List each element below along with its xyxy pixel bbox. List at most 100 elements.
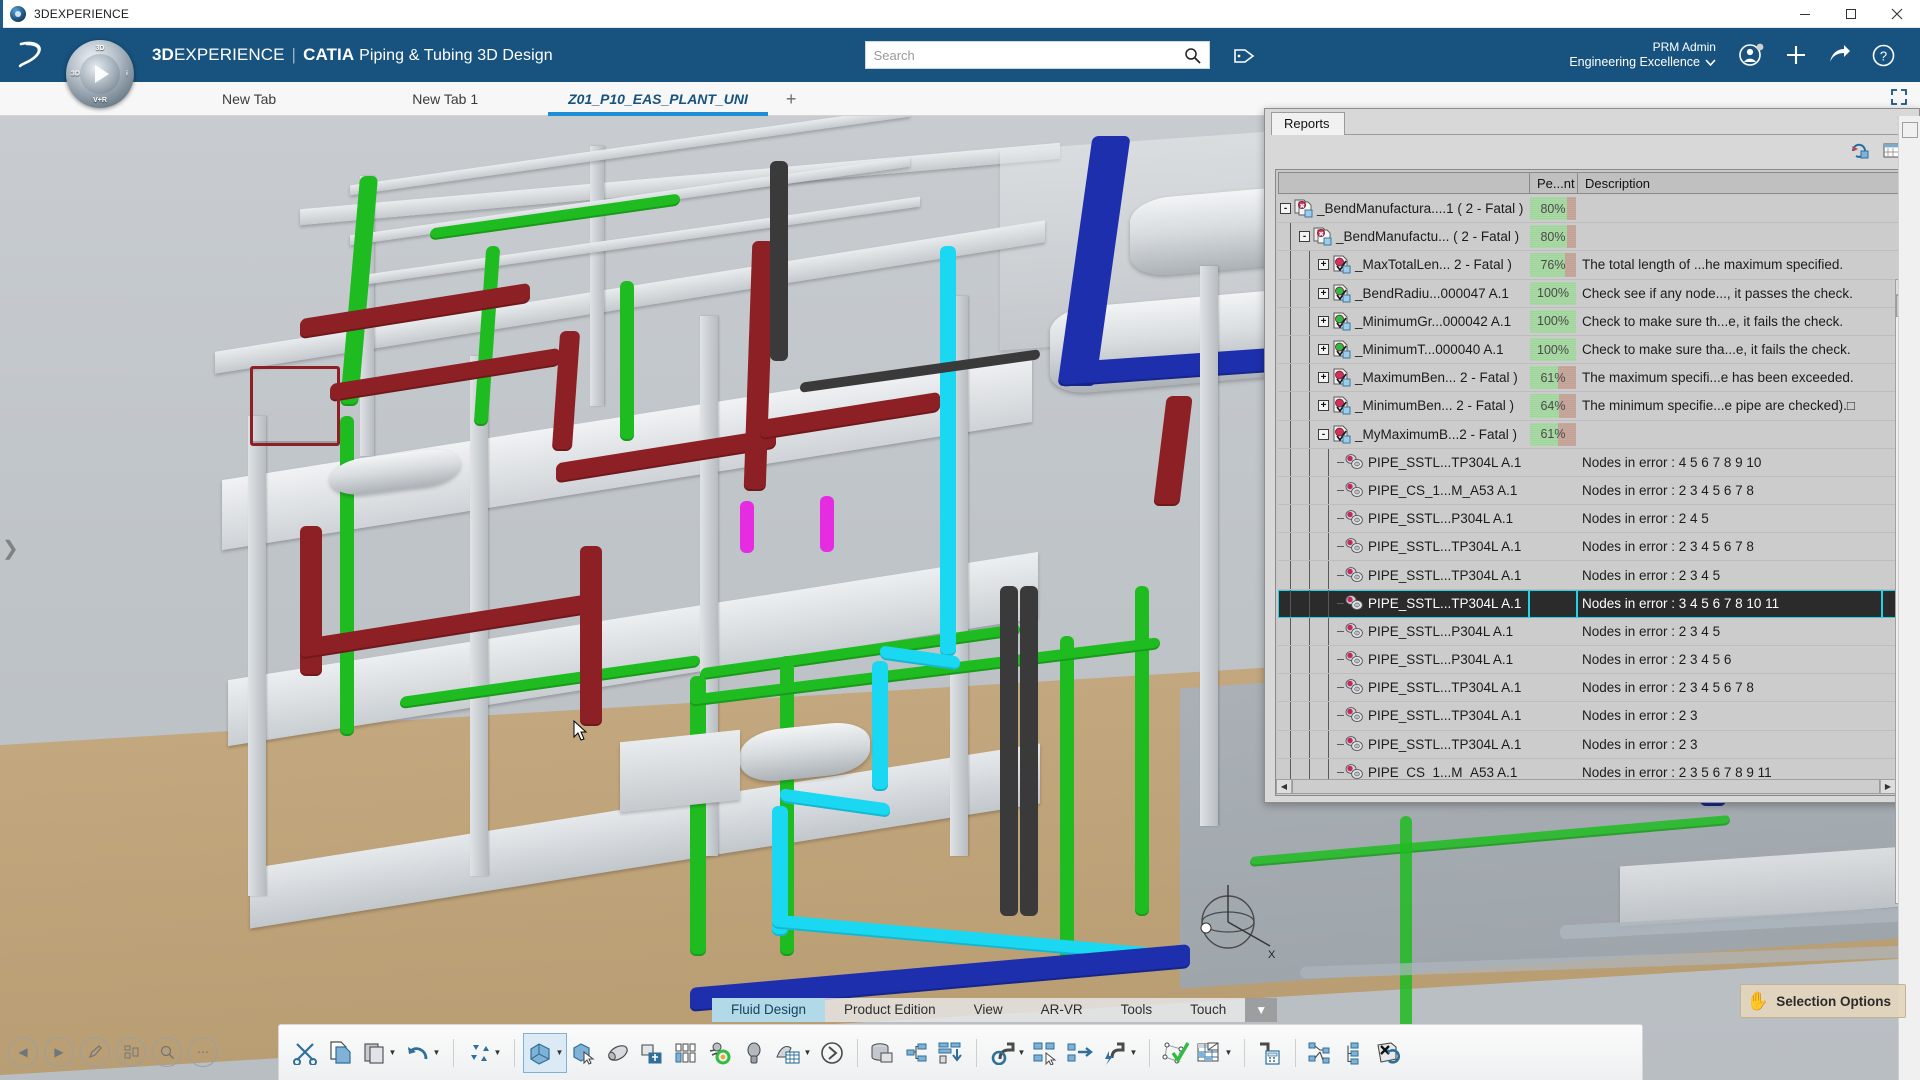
back-arrow-icon[interactable]: ◀ — [8, 1037, 38, 1067]
share-arrow-icon[interactable] — [1818, 33, 1862, 77]
database-folder-icon[interactable] — [866, 1033, 900, 1073]
collapse-node-icon[interactable]: - — [1299, 231, 1310, 243]
cell-name[interactable]: PIPE_SSTL...TP304L A.1 — [1278, 589, 1529, 618]
table-row[interactable]: + _BendRadiu...000047 A.1 100% Check see … — [1278, 279, 1908, 308]
more-options-icon[interactable]: ⋯ — [188, 1037, 218, 1067]
search-box[interactable] — [864, 41, 1210, 69]
selection-options-button[interactable]: ✋ Selection Options — [1739, 984, 1906, 1018]
expand-node-icon[interactable]: + — [1318, 287, 1329, 299]
report-table-icon[interactable]: ▼ — [1192, 1033, 1236, 1073]
expand-node-icon[interactable]: + — [1318, 400, 1329, 412]
table-row[interactable]: + _MinimumT...000040 A.1 100% Check to ma… — [1278, 335, 1908, 365]
user-role[interactable]: Engineering Excellence — [1569, 55, 1716, 71]
compute-report-icon[interactable]: ▼ — [771, 1033, 815, 1073]
assembly-design-icon[interactable] — [703, 1033, 737, 1073]
table-row[interactable]: PIPE_SSTL...TP304L A.1 Nodes in error : 2… — [1278, 533, 1908, 562]
horizontal-scroll-thumb[interactable] — [1292, 780, 1880, 793]
chevron-down-icon[interactable]: ▼ — [804, 1048, 812, 1057]
tag-icon[interactable] — [1232, 42, 1258, 69]
search-icon[interactable] — [1184, 47, 1201, 67]
chevron-right-icon[interactable]: ❯ — [2, 536, 19, 561]
expand-node-icon[interactable]: + — [1318, 315, 1329, 327]
cell-name[interactable]: + _MinimumGr...000042 A.1 — [1278, 307, 1529, 336]
delete-sync-icon[interactable] — [1372, 1033, 1406, 1073]
collapse-node-icon[interactable]: - — [1280, 203, 1291, 215]
table-row[interactable]: - _MyMaximumB...2 - Fatal ) 61% — [1278, 420, 1908, 449]
tab-z01-p10-eas-plant[interactable]: Z01_P10_EAS_PLANT_UNI — [542, 82, 774, 116]
table-row[interactable]: PIPE_SSTL...TP304L A.1 Nodes in error : 2… — [1278, 561, 1908, 590]
reports-horizontal-scrollbar[interactable]: ◀ ▶ — [1276, 779, 1896, 794]
cell-name[interactable]: PIPE_SSTL...TP304L A.1 — [1278, 448, 1529, 477]
table-row[interactable]: + _MinimumGr...000042 A.1 100% Check to m… — [1278, 307, 1908, 336]
pipe-route-icon[interactable]: ▼ — [985, 1033, 1029, 1073]
collapse-node-icon[interactable]: - — [1318, 428, 1329, 440]
reports-rows-body[interactable]: - _BendManufactura....1 ( 2 - Fatal ) 80… — [1276, 195, 1910, 795]
table-row[interactable]: + _MaximumBen... 2 - Fatal ) 61% The maxi… — [1278, 364, 1908, 393]
cell-name[interactable]: PIPE_SSTL...P304L A.1 — [1278, 617, 1529, 646]
piping-part-icon[interactable]: ▼ — [523, 1032, 567, 1073]
forward-arrow-icon[interactable]: ▶ — [44, 1037, 74, 1067]
cell-name[interactable]: + _MinimumT...000040 A.1 — [1278, 335, 1529, 365]
copy-icon[interactable] — [323, 1033, 357, 1073]
table-row[interactable]: PIPE_SSTL...P304L A.1 Nodes in error : 2 … — [1278, 617, 1908, 646]
close-icon[interactable] — [1874, 0, 1920, 28]
cell-name[interactable]: + _MaxTotalLen... 2 - Fatal ) — [1278, 251, 1529, 280]
table-row[interactable]: + _MaxTotalLen... 2 - Fatal ) 76% The tot… — [1278, 251, 1908, 280]
bulb-light-icon[interactable] — [737, 1033, 771, 1073]
chevron-down-icon[interactable]: ▼ — [556, 1048, 564, 1057]
chevron-down-icon[interactable]: ▼ — [494, 1048, 502, 1057]
cell-name[interactable]: PIPE_SSTL...TP304L A.1 — [1278, 730, 1529, 759]
update-refresh-icon[interactable]: ▼ — [462, 1033, 506, 1073]
chevron-down-icon[interactable]: ▼ — [389, 1048, 397, 1057]
cell-name[interactable]: PIPE_SSTL...TP304L A.1 — [1278, 533, 1529, 562]
place-part-icon[interactable] — [567, 1033, 601, 1073]
cell-name[interactable]: + _MinimumBen... 2 - Fatal ) — [1278, 392, 1529, 421]
import-structure-icon[interactable] — [934, 1033, 968, 1073]
pipe-calculator-icon[interactable] — [1253, 1033, 1287, 1073]
bend-pipe-icon[interactable] — [635, 1033, 669, 1073]
tab-new-tab[interactable]: New Tab — [196, 82, 302, 116]
table-row[interactable]: PIPE_CS_1...M_A53 A.1 Nodes in error : 2 … — [1278, 476, 1908, 506]
action-tab-fluid-design[interactable]: Fluid Design — [712, 998, 826, 1022]
action-tab-product-edition[interactable]: Product Edition — [825, 998, 955, 1022]
table-row[interactable]: PIPE_SSTL...P304L A.1 Nodes in error : 2 … — [1278, 505, 1908, 534]
cell-name[interactable]: PIPE_SSTL...TP304L A.1 — [1278, 561, 1529, 590]
select-pipe-icon[interactable] — [1029, 1033, 1063, 1073]
cell-name[interactable]: - _BendManufactura....1 ( 2 - Fatal ) — [1278, 195, 1529, 224]
chevron-down-icon[interactable]: ▼ — [1130, 1048, 1138, 1057]
search-input[interactable] — [865, 42, 1166, 68]
expand-collapse-icon[interactable] — [1890, 88, 1908, 109]
cell-name[interactable]: PIPE_CS_1...M_A53 A.1 — [1278, 476, 1529, 506]
table-row[interactable]: PIPE_SSTL...TP304L A.1 Nodes in error : 2… — [1278, 730, 1908, 759]
add-tab-button[interactable]: + — [774, 82, 809, 116]
action-tab-view[interactable]: View — [954, 998, 1022, 1022]
node-network-icon[interactable] — [1304, 1033, 1338, 1073]
transfer-pipe-icon[interactable] — [1063, 1033, 1097, 1073]
catalog-browser-icon[interactable] — [669, 1033, 703, 1073]
plus-icon[interactable] — [1774, 33, 1818, 77]
flash-pipe-icon[interactable]: ▼ — [1097, 1033, 1141, 1073]
table-row[interactable]: - _BendManufactu... ( 2 - Fatal ) 80% — [1278, 223, 1908, 252]
panel-toggle-icon[interactable] — [1901, 122, 1918, 138]
cell-name[interactable]: PIPE_SSTL...P304L A.1 — [1278, 646, 1529, 675]
tab-new-tab-1[interactable]: New Tab 1 — [386, 82, 504, 116]
chevron-down-icon[interactable]: ▼ — [1225, 1048, 1233, 1057]
column-header-description[interactable]: Description — [1577, 172, 1908, 194]
3dexperience-compass[interactable]: 3D V+R 3D i — [66, 40, 134, 108]
table-row[interactable]: PIPE_SSTL...TP304L A.1 Nodes in error : 4… — [1278, 448, 1908, 477]
action-tab-touch[interactable]: Touch — [1171, 998, 1246, 1022]
table-row[interactable]: + _MinimumBen... 2 - Fatal ) 64% The mini… — [1278, 392, 1908, 421]
column-header-percent[interactable]: Pe...nt — [1529, 172, 1577, 194]
cell-name[interactable]: + _BendRadiu...000047 A.1 — [1278, 279, 1529, 308]
action-tab-ar-vr[interactable]: AR-VR — [1021, 998, 1102, 1022]
cell-name[interactable]: PIPE_SSTL...P304L A.1 — [1278, 505, 1529, 534]
tree-view-icon[interactable] — [116, 1037, 146, 1067]
paste-icon[interactable]: ▼ — [357, 1033, 401, 1073]
structure-tree-icon[interactable] — [900, 1033, 934, 1073]
table-row[interactable]: PIPE_SSTL...TP304L A.1 Nodes in error : 2… — [1278, 702, 1908, 731]
table-row[interactable]: PIPE_SSTL...P304L A.1 Nodes in error : 2 … — [1278, 646, 1908, 675]
undo-icon[interactable]: ▼ — [401, 1033, 445, 1073]
cell-name[interactable]: PIPE_SSTL...TP304L A.1 — [1278, 674, 1529, 703]
next-step-icon[interactable] — [815, 1033, 849, 1073]
cut-scissors-icon[interactable] — [289, 1033, 323, 1073]
